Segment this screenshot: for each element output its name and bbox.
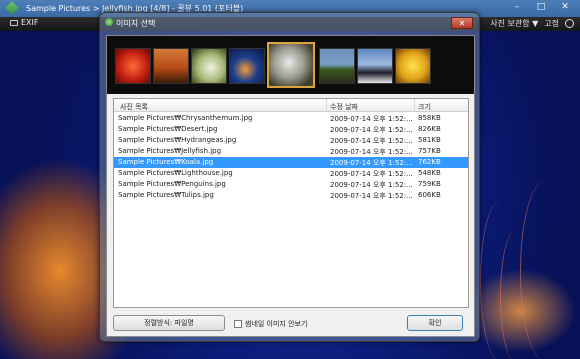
pin-button[interactable]: 고정 — [544, 18, 559, 29]
exif-label: EXIF — [21, 18, 39, 27]
dialog-title: 이미지 선택 — [116, 19, 156, 28]
file-name: Sample Pictures₩Hydrangeas.jpg — [118, 136, 237, 144]
file-row[interactable]: Sample Pictures₩Jellyfish.jpg 2009-07-14 … — [114, 146, 468, 157]
toolbar-right-group: 사진 보관함 ▼ 고정 — [490, 18, 574, 29]
file-row[interactable]: Sample Pictures₩Hydrangeas.jpg 2009-07-14… — [114, 135, 468, 146]
thumbnail-strip — [107, 36, 474, 94]
app-icon — [5, 1, 19, 15]
gear-icon[interactable] — [565, 19, 574, 28]
file-name: Sample Pictures₩Jellyfish.jpg — [118, 147, 222, 155]
file-date: 2009-07-14 오후 1:52:... — [330, 170, 413, 178]
thumbnail-desert[interactable] — [153, 48, 189, 84]
thumbnail-hydrangeas[interactable] — [191, 48, 227, 84]
sort-button[interactable]: 정렬방식: 파일명 — [113, 315, 225, 331]
hide-thumbnails-label: 썸네일 이미지 안보기 — [245, 320, 308, 328]
column-header-date[interactable]: 수정 날짜 — [330, 102, 358, 112]
hide-thumbnails-toggle[interactable]: 썸네일 이미지 안보기 — [234, 319, 307, 329]
file-name: Sample Pictures₩Lighthouse.jpg — [118, 169, 233, 177]
file-size: 606KB — [418, 191, 441, 199]
file-name: Sample Pictures₩Penguins.jpg — [118, 180, 226, 188]
file-date: 2009-07-14 오후 1:52:... — [330, 137, 413, 145]
file-size: 759KB — [418, 180, 441, 188]
file-size: 548KB — [418, 169, 441, 177]
exif-button[interactable]: EXIF — [10, 18, 39, 27]
checkbox[interactable] — [234, 320, 242, 328]
thumbnail-tulips[interactable] — [395, 48, 431, 84]
file-size: 581KB — [418, 136, 441, 144]
column-divider[interactable] — [326, 99, 327, 112]
dialog-close-button[interactable]: ✕ — [451, 17, 473, 29]
ok-button[interactable]: 확인 — [407, 315, 463, 331]
file-row[interactable]: Sample Pictures₩Tulips.jpg 2009-07-14 오후 … — [114, 190, 468, 201]
file-date: 2009-07-14 오후 1:52:... — [330, 115, 413, 123]
file-date: 2009-07-14 오후 1:52:... — [330, 159, 413, 167]
thumbnail-jellyfish[interactable] — [229, 48, 265, 84]
file-list: 사진 목록 수정 날짜 크기 Sample Pictures₩Chrysanth… — [113, 98, 469, 308]
file-date: 2009-07-14 오후 1:52:... — [330, 192, 413, 200]
dialog-icon — [105, 18, 113, 26]
file-size: 826KB — [418, 125, 441, 133]
file-size: 762KB — [418, 158, 441, 166]
file-row[interactable]: Sample Pictures₩Koala.jpg 2009-07-14 오후 1… — [114, 157, 468, 168]
camera-icon — [10, 19, 18, 26]
column-header-name[interactable]: 사진 목록 — [120, 102, 148, 112]
file-date: 2009-07-14 오후 1:52:... — [330, 148, 413, 156]
file-name: Sample Pictures₩Koala.jpg — [118, 158, 214, 166]
thumbnail-koala[interactable] — [267, 42, 315, 88]
file-name: Sample Pictures₩Chrysanthemum.jpg — [118, 114, 253, 122]
file-size: 858KB — [418, 114, 441, 122]
file-row[interactable]: Sample Pictures₩Lighthouse.jpg 2009-07-14… — [114, 168, 468, 179]
file-date: 2009-07-14 오후 1:52:... — [330, 126, 413, 134]
column-divider[interactable] — [414, 99, 415, 112]
column-header-size[interactable]: 크기 — [418, 102, 431, 112]
jellyfish-tentacle — [520, 181, 570, 359]
thumbnail-lighthouse[interactable] — [319, 48, 355, 84]
minimize-button[interactable]: – — [510, 1, 524, 14]
window-controls: – □ ✕ — [510, 1, 572, 14]
maximize-button[interactable]: □ — [534, 1, 548, 14]
file-name: Sample Pictures₩Desert.jpg — [118, 125, 218, 133]
dialog-body: 사진 목록 수정 날짜 크기 Sample Pictures₩Chrysanth… — [106, 35, 475, 337]
file-row[interactable]: Sample Pictures₩Desert.jpg 2009-07-14 오후 … — [114, 124, 468, 135]
file-row[interactable]: Sample Pictures₩Chrysanthemum.jpg 2009-07… — [114, 113, 468, 124]
file-date: 2009-07-14 오후 1:52:... — [330, 181, 413, 189]
photo-library-button[interactable]: 사진 보관함 ▼ — [490, 18, 538, 29]
thumbnail-chrysanthemum[interactable] — [115, 48, 151, 84]
file-name: Sample Pictures₩Tulips.jpg — [118, 191, 214, 199]
close-window-button[interactable]: ✕ — [558, 1, 572, 14]
image-select-dialog: 이미지 선택 ✕ 사진 목록 수정 날짜 크기 Sample Pictures₩… — [99, 12, 480, 342]
file-list-header: 사진 목록 수정 날짜 크기 — [114, 99, 468, 112]
file-size: 757KB — [418, 147, 441, 155]
file-row[interactable]: Sample Pictures₩Penguins.jpg 2009-07-14 오… — [114, 179, 468, 190]
thumbnail-penguins[interactable] — [357, 48, 393, 84]
